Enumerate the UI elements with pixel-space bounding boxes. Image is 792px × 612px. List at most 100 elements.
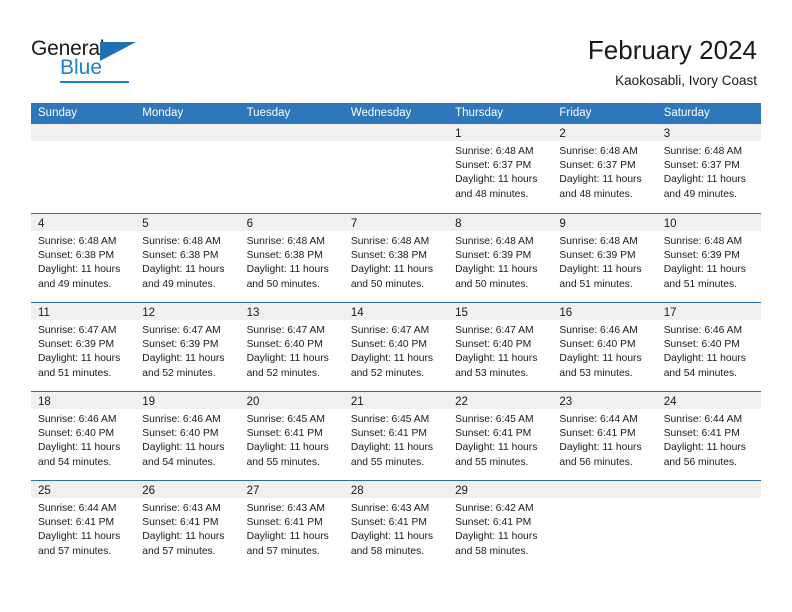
calendar-day-cell[interactable]: 15 Sunrise: 6:47 AM Sunset: 6:40 PM Dayligh… — [448, 303, 553, 391]
general-blue-logo[interactable]: General Blue — [31, 38, 161, 84]
day-info-line: Daylight: 11 hours — [559, 442, 642, 454]
day-number-band — [239, 124, 344, 141]
day-info-line: Sunrise: 6:47 AM — [38, 325, 117, 336]
day-number: 26 — [142, 485, 156, 497]
calendar-day-cell[interactable]: 10 Sunrise: 6:48 AM Sunset: 6:39 PM Dayligh… — [656, 214, 761, 302]
day-info-line: and 49 minutes. — [663, 188, 737, 200]
calendar-cell-empty — [135, 124, 240, 213]
calendar-day-cell[interactable]: 8 Sunrise: 6:48 AM Sunset: 6:39 PM Daylight… — [448, 214, 553, 302]
day-number: 9 — [559, 218, 566, 230]
day-number-band: 26 — [135, 481, 240, 498]
calendar-day-cell[interactable]: 14 Sunrise: 6:47 AM Sunset: 6:40 PM Dayligh… — [343, 303, 449, 391]
day-info-line: Sunrise: 6:43 AM — [350, 503, 430, 514]
calendar-day-cell[interactable]: 2 Sunrise: 6:48 AM Sunset: 6:37 PM Daylight… — [552, 124, 657, 213]
calendar-day-cell[interactable]: 28 Sunrise: 6:43 AM Sunset: 6:41 PM Dayligh… — [343, 481, 449, 569]
calendar-day-cell[interactable]: 7 Sunrise: 6:48 AM Sunset: 6:38 PM Daylight… — [343, 214, 449, 302]
day-info-line: Sunrise: 6:44 AM — [38, 503, 117, 514]
day-details: Sunrise: 6:44 AM Sunset: 6:41 PM Daylight:… — [552, 409, 656, 470]
calendar-day-cell[interactable]: 24 Sunrise: 6:44 AM Sunset: 6:41 PM Dayligh… — [656, 392, 761, 480]
day-info-line: Daylight: 11 hours — [455, 264, 538, 276]
day-info-line: Sunset: 6:41 PM — [559, 428, 636, 440]
calendar-day-cell[interactable]: 26 Sunrise: 6:43 AM Sunset: 6:41 PM Dayligh… — [135, 481, 240, 569]
day-details: Sunrise: 6:43 AM Sunset: 6:41 PM Daylight:… — [135, 498, 239, 559]
day-info-line: and 54 minutes. — [663, 367, 737, 379]
day-number-band: 3 — [656, 124, 761, 141]
day-number-band: 14 — [343, 303, 449, 320]
day-info-line: and 50 minutes. — [455, 278, 529, 290]
day-details — [240, 141, 344, 145]
calendar-day-cell[interactable]: 20 Sunrise: 6:45 AM Sunset: 6:41 PM Dayligh… — [239, 392, 344, 480]
day-info-line: Sunrise: 6:45 AM — [350, 414, 430, 425]
day-number-band: 1 — [448, 124, 553, 141]
calendar-day-cell[interactable]: 19 Sunrise: 6:46 AM Sunset: 6:40 PM Dayligh… — [135, 392, 240, 480]
day-info-line: Sunrise: 6:46 AM — [38, 414, 117, 425]
calendar-day-cell[interactable]: 13 Sunrise: 6:47 AM Sunset: 6:40 PM Dayligh… — [239, 303, 344, 391]
day-number-band: 6 — [239, 214, 344, 231]
day-info-line: Sunrise: 6:48 AM — [38, 236, 117, 247]
calendar-day-cell[interactable]: 3 Sunrise: 6:48 AM Sunset: 6:37 PM Daylight… — [656, 124, 761, 213]
day-number-band: 28 — [343, 481, 449, 498]
day-info-line: Sunrise: 6:48 AM — [559, 236, 638, 247]
calendar-day-cell[interactable]: 21 Sunrise: 6:45 AM Sunset: 6:41 PM Dayligh… — [343, 392, 449, 480]
day-details: Sunrise: 6:48 AM Sunset: 6:37 PM Daylight:… — [657, 141, 761, 202]
calendar-day-cell[interactable]: 25 Sunrise: 6:44 AM Sunset: 6:41 PM Dayligh… — [31, 481, 136, 569]
day-details: Sunrise: 6:48 AM Sunset: 6:38 PM Daylight:… — [135, 231, 239, 292]
day-details: Sunrise: 6:45 AM Sunset: 6:41 PM Daylight:… — [240, 409, 344, 470]
day-info-line: Sunrise: 6:44 AM — [559, 414, 638, 425]
calendar-day-cell[interactable]: 16 Sunrise: 6:46 AM Sunset: 6:40 PM Dayligh… — [552, 303, 657, 391]
day-info-line: and 53 minutes. — [559, 367, 633, 379]
day-info-line: Daylight: 11 hours — [38, 264, 121, 276]
calendar-day-cell[interactable]: 22 Sunrise: 6:45 AM Sunset: 6:41 PM Dayligh… — [448, 392, 553, 480]
day-info-line: and 50 minutes. — [350, 278, 425, 290]
day-info-line: Sunset: 6:38 PM — [38, 250, 115, 262]
day-number-band: 23 — [552, 392, 657, 409]
day-number-band: 9 — [552, 214, 657, 231]
day-details — [135, 141, 239, 145]
calendar-day-cell[interactable]: 4 Sunrise: 6:48 AM Sunset: 6:38 PM Daylight… — [31, 214, 136, 302]
calendar-day-cell[interactable]: 5 Sunrise: 6:48 AM Sunset: 6:38 PM Daylight… — [135, 214, 240, 302]
day-info-line: Daylight: 11 hours — [246, 264, 329, 276]
weekday-header-tuesday: Tuesday — [246, 107, 291, 119]
day-details: Sunrise: 6:47 AM Sunset: 6:40 PM Daylight:… — [448, 320, 552, 381]
day-number: 25 — [38, 485, 51, 497]
day-number-band: 25 — [31, 481, 136, 498]
calendar-day-cell[interactable]: 23 Sunrise: 6:44 AM Sunset: 6:41 PM Dayligh… — [552, 392, 657, 480]
calendar-day-cell[interactable]: 1 Sunrise: 6:48 AM Sunset: 6:37 PM Daylight… — [448, 124, 553, 213]
calendar-cell-empty — [239, 124, 344, 213]
day-info-line: Sunset: 6:41 PM — [350, 428, 427, 440]
day-info-line: Sunset: 6:40 PM — [38, 428, 115, 440]
day-info-line: Daylight: 11 hours — [663, 442, 746, 454]
day-details: Sunrise: 6:47 AM Sunset: 6:39 PM Daylight:… — [31, 320, 135, 381]
day-number-band: 12 — [135, 303, 240, 320]
day-info-line: Sunset: 6:37 PM — [559, 160, 636, 172]
day-info-line: Daylight: 11 hours — [246, 531, 329, 543]
calendar-day-cell[interactable]: 29 Sunrise: 6:42 AM Sunset: 6:41 PM Dayligh… — [448, 481, 553, 569]
calendar-day-cell[interactable]: 11 Sunrise: 6:47 AM Sunset: 6:39 PM Dayligh… — [31, 303, 136, 391]
calendar-day-cell[interactable]: 27 Sunrise: 6:43 AM Sunset: 6:41 PM Dayligh… — [239, 481, 344, 569]
calendar-day-cell[interactable]: 18 Sunrise: 6:46 AM Sunset: 6:40 PM Dayligh… — [31, 392, 136, 480]
day-info-line: Sunrise: 6:45 AM — [455, 414, 534, 425]
calendar-week-row: 18 Sunrise: 6:46 AM Sunset: 6:40 PM Dayligh… — [31, 391, 761, 480]
calendar-day-cell[interactable]: 9 Sunrise: 6:48 AM Sunset: 6:39 PM Daylight… — [552, 214, 657, 302]
day-details: Sunrise: 6:48 AM Sunset: 6:37 PM Daylight:… — [552, 141, 656, 202]
calendar-day-cell[interactable]: 6 Sunrise: 6:48 AM Sunset: 6:38 PM Daylight… — [239, 214, 344, 302]
day-info-line: and 57 minutes. — [38, 545, 112, 557]
day-info-line: and 53 minutes. — [455, 367, 529, 379]
calendar-day-cell[interactable]: 17 Sunrise: 6:46 AM Sunset: 6:40 PM Dayligh… — [656, 303, 761, 391]
day-info-line: Sunset: 6:41 PM — [663, 428, 740, 440]
calendar-day-cell[interactable]: 12 Sunrise: 6:47 AM Sunset: 6:39 PM Dayligh… — [135, 303, 240, 391]
day-info-line: and 51 minutes. — [559, 278, 633, 290]
day-info-line: Daylight: 11 hours — [38, 531, 121, 543]
day-info-line: Sunrise: 6:43 AM — [246, 503, 325, 514]
day-number-band — [656, 481, 761, 498]
day-info-line: Daylight: 11 hours — [142, 353, 225, 365]
weekday-header-saturday: Saturday — [663, 107, 710, 119]
day-number-band: 15 — [448, 303, 553, 320]
weekday-header-thursday: Thursday — [455, 107, 504, 119]
day-details: Sunrise: 6:46 AM Sunset: 6:40 PM Daylight:… — [135, 409, 239, 470]
day-info-line: Daylight: 11 hours — [350, 264, 434, 276]
day-number: 13 — [246, 307, 260, 319]
day-details: Sunrise: 6:48 AM Sunset: 6:37 PM Daylight:… — [448, 141, 552, 202]
day-info-line: and 58 minutes. — [455, 545, 529, 557]
day-number-band — [343, 124, 449, 141]
